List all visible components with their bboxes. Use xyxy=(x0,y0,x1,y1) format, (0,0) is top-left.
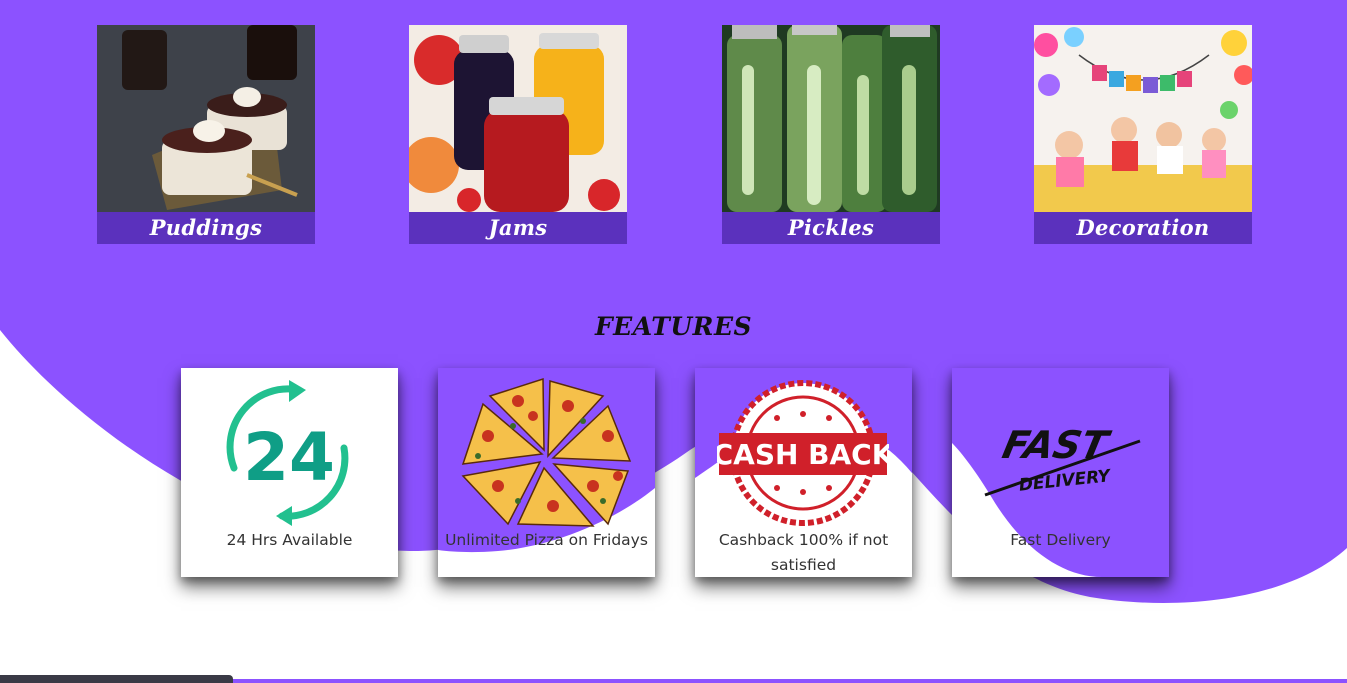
category-label: Decoration xyxy=(1034,212,1252,244)
feature-label: Cashback 100% if not satisfied xyxy=(718,531,889,574)
feature-card-cashback[interactable]: CASH BACK Cashback 100% if not satisfied xyxy=(695,368,912,577)
svg-text:DELIVERY: DELIVERY xyxy=(1018,466,1113,496)
features-title: FEATURES xyxy=(594,312,753,341)
fast-delivery-icon: FAST DELIVERY xyxy=(980,413,1145,503)
pudding-image xyxy=(97,25,315,212)
svg-text:CASH BACK: CASH BACK xyxy=(717,438,889,471)
24-hours-icon: 24 xyxy=(204,378,374,528)
feature-label: Unlimited Pizza on Fridays xyxy=(445,531,648,549)
svg-text:FAST: FAST xyxy=(998,423,1114,468)
feature-label: 24 Hrs Available xyxy=(226,531,353,549)
category-card-pickles[interactable]: Pickles xyxy=(722,25,940,244)
pickle-jars-image xyxy=(722,25,940,212)
category-label: Puddings xyxy=(97,212,315,244)
feature-label: Fast Delivery xyxy=(1010,531,1111,549)
cashback-stamp-icon: CASH BACK xyxy=(713,378,895,528)
svg-text:24: 24 xyxy=(243,419,335,496)
browser-status-bar xyxy=(0,675,233,683)
category-card-puddings[interactable]: Puddings xyxy=(97,25,315,244)
birthday-party-image xyxy=(1034,25,1252,212)
category-label: Jams xyxy=(409,212,627,244)
category-card-jams[interactable]: Jams xyxy=(409,25,627,244)
feature-card-fast-delivery[interactable]: FAST DELIVERY Fast Delivery xyxy=(952,368,1169,577)
jam-jars-image xyxy=(409,25,627,212)
feature-card-24hrs[interactable]: 24 24 Hrs Available xyxy=(181,368,398,577)
feature-card-pizza[interactable]: Unlimited Pizza on Fridays xyxy=(438,368,655,577)
category-label: Pickles xyxy=(722,212,940,244)
pizza-icon xyxy=(458,376,636,531)
category-card-decoration[interactable]: Decoration xyxy=(1034,25,1252,244)
